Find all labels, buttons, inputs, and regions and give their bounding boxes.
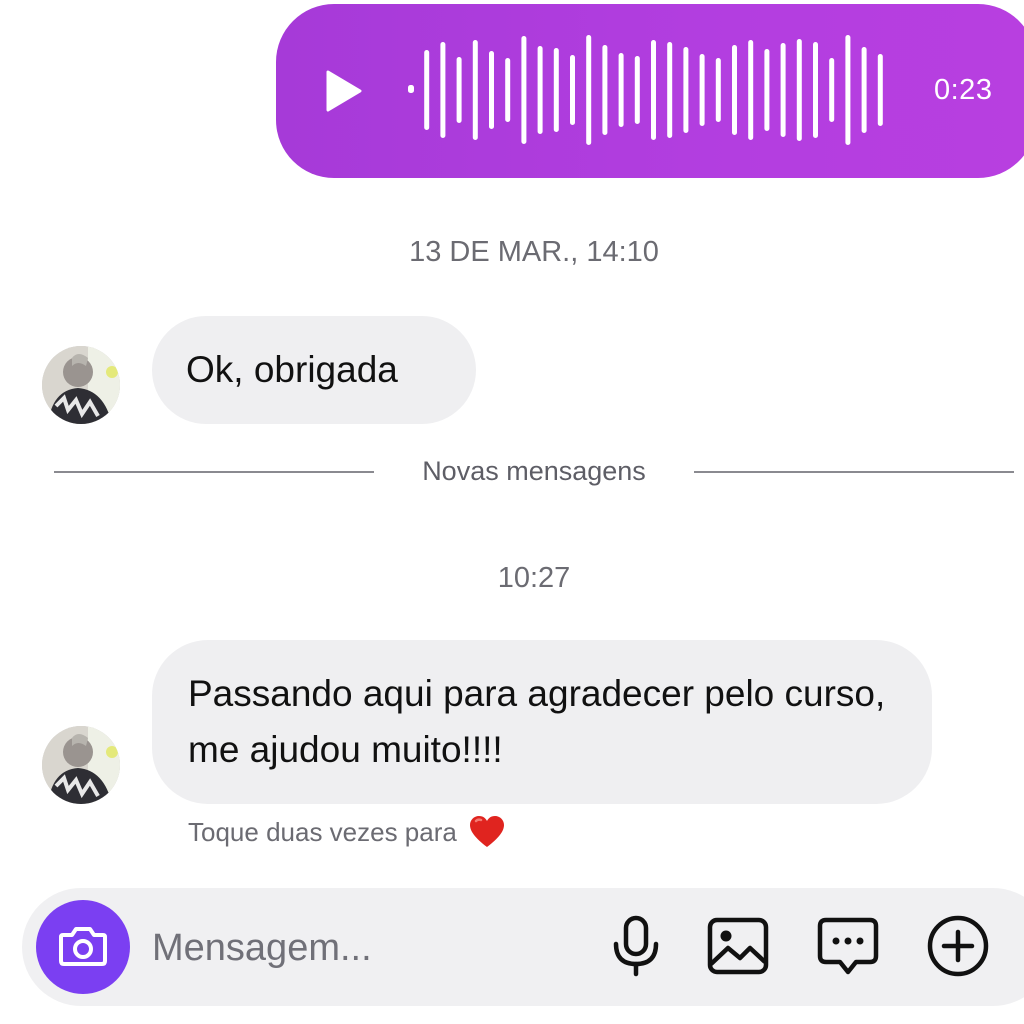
waveform-bar	[456, 57, 462, 123]
divider-line	[694, 471, 1014, 473]
waveform-bar	[651, 40, 656, 140]
waveform-bar	[440, 42, 446, 138]
message-bubble[interactable]: Passando aqui para agradecer pelo curso,…	[152, 640, 932, 804]
waveform-bar	[570, 55, 575, 125]
waveform-bar	[586, 35, 592, 145]
divider-line	[54, 471, 374, 473]
double-tap-hint: Toque duas vezes para	[188, 815, 505, 849]
message-bubble[interactable]: Ok, obrigada	[152, 316, 476, 424]
waveform-bar	[683, 47, 689, 133]
waveform-bar	[829, 58, 835, 122]
waveform-bar	[634, 56, 640, 124]
waveform-bar	[699, 54, 705, 126]
new-messages-label: Novas mensagens	[422, 456, 646, 486]
waveform-bar	[796, 39, 802, 141]
camera-button[interactable]	[36, 900, 130, 994]
sticker-icon[interactable]	[816, 914, 880, 978]
waveform-bar	[618, 53, 624, 127]
voice-duration: 0:23	[934, 74, 993, 106]
waveform-bar	[505, 58, 511, 122]
waveform-bar	[408, 85, 414, 93]
waveform-bar	[877, 54, 883, 126]
waveform-bar	[489, 51, 494, 129]
waveform-bar	[521, 36, 527, 144]
waveform-bar	[602, 45, 608, 135]
waveform-bar	[732, 45, 737, 135]
avatar[interactable]	[42, 726, 120, 804]
heart-icon	[469, 816, 504, 847]
waveform-bar	[715, 58, 721, 122]
microphone-icon[interactable]	[604, 914, 668, 978]
waveform-bar	[748, 40, 754, 140]
waveform-bar	[780, 43, 786, 137]
waveform-bar	[764, 49, 770, 131]
timestamp: 13 DE MAR., 14:10	[409, 236, 659, 268]
waveform-bar	[553, 48, 559, 132]
waveform-bar	[813, 42, 818, 138]
waveform-bar	[861, 47, 867, 133]
waveform-bar	[472, 40, 478, 140]
avatar[interactable]	[42, 346, 120, 424]
hint-text: Toque duas vezes para	[188, 816, 457, 847]
message-input[interactable]	[152, 918, 582, 978]
waveform-bar	[845, 35, 851, 145]
waveform-bar	[537, 46, 543, 134]
gallery-icon[interactable]	[706, 914, 770, 978]
waveform[interactable]	[406, 34, 896, 146]
camera-icon	[59, 927, 107, 966]
waveform-bar	[667, 42, 673, 138]
timestamp: 10:27	[497, 562, 571, 594]
plus-icon[interactable]	[926, 914, 990, 978]
chat-screen: 0:23 13 DE MAR., 14:10 Ok, obrigada Nova…	[0, 0, 1024, 1024]
play-icon[interactable]	[326, 70, 362, 112]
waveform-bar	[424, 50, 430, 130]
